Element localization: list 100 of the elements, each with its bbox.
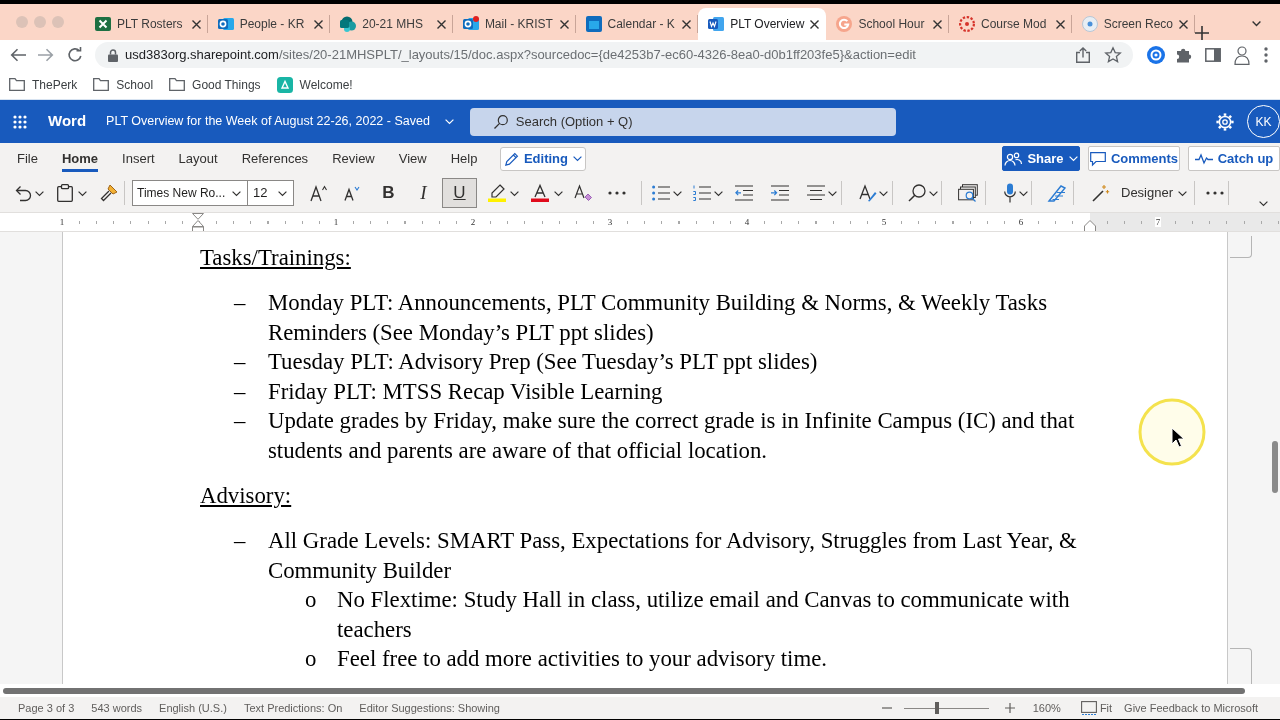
- share-button[interactable]: Share: [1002, 146, 1080, 171]
- close-icon[interactable]: [436, 19, 446, 29]
- forward-arrow-icon[interactable]: [38, 48, 54, 62]
- paintbrush-icon[interactable]: [100, 184, 118, 202]
- close-icon[interactable]: [559, 19, 569, 29]
- bold-button[interactable]: B: [371, 178, 406, 208]
- bookmark-star-icon[interactable]: [1105, 47, 1121, 63]
- close-icon[interactable]: [1179, 19, 1188, 29]
- right-indent-marker-icon[interactable]: [1084, 217, 1096, 231]
- more-icon[interactable]: [608, 191, 626, 195]
- chevron-down-icon[interactable]: [1178, 190, 1188, 196]
- chevron-down-icon[interactable]: [1019, 190, 1028, 196]
- address-bar[interactable]: usd383org.sharepoint.com/sites/20-21MHSPLT/_layouts/15/doc.aspx?sourcedoc={de4253b7-ec60-4326-8ea0-d0b1ff203fe5}&action=edit: [95, 42, 1133, 68]
- reload-icon[interactable]: [67, 47, 83, 63]
- more-icon[interactable]: [1206, 191, 1225, 195]
- find-icon[interactable]: [908, 184, 926, 202]
- settings-icon[interactable]: [1215, 111, 1235, 132]
- designer-button[interactable]: Designer: [1092, 183, 1188, 203]
- close-icon[interactable]: [933, 19, 942, 29]
- close-icon[interactable]: [682, 19, 692, 29]
- chevron-down-icon[interactable]: [879, 190, 888, 196]
- shrink-font-icon[interactable]: [344, 185, 360, 201]
- close-icon[interactable]: [314, 19, 324, 29]
- editor-suggestions-status[interactable]: Editor Suggestions: Showing: [359, 699, 500, 717]
- highlighter-icon[interactable]: [487, 184, 507, 202]
- mouse-pointer-icon: [1137, 397, 1207, 467]
- editor-pen-icon[interactable]: [1047, 184, 1067, 202]
- ribbon-tab[interactable]: Review: [320, 144, 387, 173]
- clear-formatting-icon[interactable]: [574, 184, 592, 202]
- vertical-scrollbar-thumb[interactable]: [1272, 441, 1278, 493]
- font-color-icon[interactable]: [530, 184, 550, 202]
- chevron-down-icon[interactable]: [828, 190, 837, 196]
- chevron-down-icon[interactable]: [1252, 21, 1261, 26]
- magic-wand-icon[interactable]: [1092, 184, 1110, 202]
- ruler-number: 1: [332, 217, 340, 227]
- back-arrow-icon[interactable]: [10, 48, 26, 62]
- chevron-down-icon[interactable]: [78, 190, 87, 196]
- decrease-indent-icon[interactable]: [735, 185, 753, 201]
- ribbon-tab[interactable]: Insert: [110, 144, 167, 173]
- bookmark-item[interactable]: Welcome!: [276, 75, 353, 94]
- share-icon[interactable]: [1076, 47, 1090, 63]
- side-panel-icon[interactable]: [1205, 48, 1221, 62]
- chevron-down-icon[interactable]: [929, 190, 938, 196]
- bookmark-item[interactable]: School: [93, 75, 154, 94]
- search-icon: [493, 114, 508, 129]
- italic-button[interactable]: I: [406, 178, 441, 208]
- zoom-slider-thumb[interactable]: [934, 702, 939, 714]
- feedback-link[interactable]: Give Feedback to Microsoft: [1124, 699, 1258, 717]
- text-predictions-status[interactable]: Text Predictions: On: [243, 699, 343, 717]
- ribbon-tab[interactable]: View: [386, 144, 439, 173]
- browser-tab[interactable]: PLT Overview: [698, 8, 827, 40]
- chevron-down-icon[interactable]: [35, 190, 44, 196]
- editing-mode-button[interactable]: Editing: [500, 146, 587, 171]
- close-icon[interactable]: [191, 19, 201, 29]
- letter-g-icon: [836, 16, 853, 32]
- bullet-list-icon[interactable]: [652, 185, 670, 201]
- chevron-down-icon[interactable]: [278, 190, 287, 196]
- grow-font-icon[interactable]: [310, 184, 328, 202]
- horizontal-scrollbar-thumb[interactable]: [3, 688, 1245, 694]
- ribbon-tab[interactable]: Layout: [166, 144, 230, 173]
- align-center-icon[interactable]: [807, 185, 825, 201]
- zoom-in-icon[interactable]: [1004, 703, 1015, 713]
- new-tab-icon[interactable]: [1195, 26, 1209, 40]
- styles-icon[interactable]: [859, 184, 877, 202]
- microphone-icon[interactable]: [1004, 183, 1016, 203]
- ribbon-tab[interactable]: Help: [438, 144, 490, 173]
- search-field[interactable]: Search (Option + Q): [469, 107, 896, 136]
- language-status[interactable]: English (U.S.): [159, 699, 227, 717]
- chevron-down-icon[interactable]: [673, 190, 682, 196]
- circle-extension-icon[interactable]: [1147, 46, 1165, 64]
- document-title-button[interactable]: PLT Overview for the Week of August 22-26, 2022 - Saved: [106, 112, 454, 131]
- comments-button[interactable]: Comments: [1088, 146, 1180, 171]
- profile-silhouette-icon[interactable]: [1234, 45, 1250, 65]
- first-line-indent-marker-icon[interactable]: [192, 213, 204, 231]
- close-icon[interactable]: [810, 19, 820, 29]
- chevron-down-icon[interactable]: [572, 156, 582, 161]
- ribbon-tab[interactable]: References: [229, 144, 321, 173]
- font-size-dropdown[interactable]: 12: [248, 180, 294, 206]
- bookmark-item[interactable]: Good Things: [169, 75, 261, 94]
- increase-indent-icon[interactable]: [771, 185, 789, 201]
- clipboard-icon[interactable]: [57, 184, 73, 202]
- chevron-down-icon[interactable]: [510, 190, 519, 196]
- chevron-down-icon[interactable]: [554, 190, 563, 196]
- chevron-down-icon[interactable]: [714, 190, 723, 196]
- font-name-dropdown[interactable]: Times New Ro...: [132, 180, 248, 206]
- undo-icon[interactable]: [14, 184, 32, 202]
- list-item-text: Monday PLT: Announcements, PLT Community Building & Norms, & Weekly Tasks Reminders (See Monday’s PLT ppt slides): [268, 289, 1048, 347]
- close-icon[interactable]: [1055, 19, 1065, 29]
- chevron-down-icon[interactable]: [232, 190, 241, 196]
- reader-icon[interactable]: [958, 184, 978, 202]
- ribbon-tab[interactable]: File: [5, 144, 50, 173]
- fit-button[interactable]: Fit: [1080, 699, 1113, 717]
- chevron-down-icon[interactable]: [1259, 201, 1269, 206]
- more-options-icon[interactable]: [1264, 47, 1268, 63]
- numbered-list-icon[interactable]: [693, 185, 711, 201]
- catch-up-button[interactable]: Catch up: [1188, 146, 1280, 171]
- underline-button[interactable]: U: [442, 178, 477, 208]
- bookmark-item[interactable]: ThePerk: [9, 75, 78, 94]
- app-launcher-icon[interactable]: [13, 114, 27, 129]
- puzzle-piece-icon[interactable]: [1176, 47, 1192, 63]
